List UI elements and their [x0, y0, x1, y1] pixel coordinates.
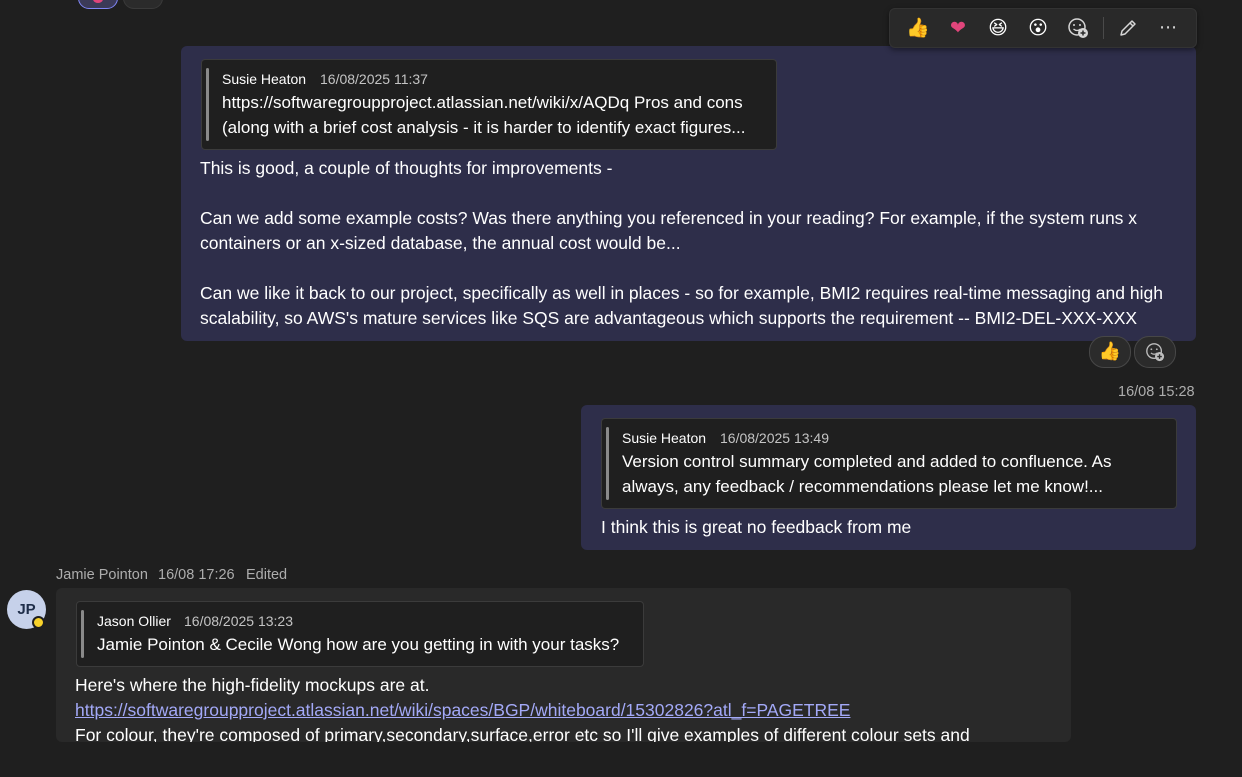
edited-label: Edited	[246, 567, 288, 583]
message-text: scalability, so AWS's mature services li…	[200, 308, 1138, 328]
away-status-icon	[32, 616, 45, 629]
sender-name[interactable]: Jamie Pointon	[56, 567, 148, 583]
quote-timestamp: 16/08/2025 13:23	[184, 613, 293, 629]
quote-timestamp: 16/08/2025 13:49	[720, 430, 829, 446]
heart-reaction-button[interactable]: ❤	[943, 13, 973, 43]
message-bubble-received: Jason Ollier 16/08/2025 13:23 Jamie Poin…	[56, 588, 1071, 742]
prev-reaction-heart[interactable]	[78, 0, 118, 9]
heart-icon	[93, 0, 103, 3]
quoted-message[interactable]: Susie Heaton 16/08/2025 11:37 https://so…	[201, 59, 777, 150]
message-link[interactable]: https://softwaregroupproject.atlassian.n…	[75, 698, 850, 723]
add-reaction-icon[interactable]	[1063, 13, 1093, 43]
message-text: For colour, they're composed of primary,…	[75, 725, 970, 742]
more-options-icon[interactable]: ⋯	[1153, 13, 1183, 43]
quote-author: Jason Ollier	[97, 613, 171, 629]
message-text: containers or an x-sized database, the a…	[200, 233, 681, 253]
quote-timestamp: 16/08/2025 11:37	[320, 71, 428, 87]
message-bubble-sent: Susie Heaton 16/08/2025 13:49 Version co…	[581, 405, 1196, 550]
message-text: Can we like it back to our project, spec…	[200, 283, 1163, 303]
quote-text-line: Version control summary completed and ad…	[622, 452, 1112, 471]
message-timestamp: 16/08 15:28	[1118, 384, 1195, 400]
quote-text-line: https://softwaregroupproject.atlassian.n…	[222, 93, 743, 112]
quoted-message[interactable]: Susie Heaton 16/08/2025 13:49 Version co…	[601, 418, 1177, 509]
message-text: Here's where the high-fidelity mockups a…	[75, 675, 430, 695]
like-icon: 👍	[1098, 341, 1122, 362]
quote-text-line: Jamie Pointon & Cecile Wong how are you …	[97, 635, 620, 654]
quote-text-line: always, any feedback / recommendations p…	[622, 477, 1103, 496]
add-reaction-button[interactable]	[1134, 336, 1176, 368]
pencil-icon[interactable]	[1113, 13, 1143, 43]
prev-reaction-add[interactable]	[123, 0, 163, 9]
reaction-toolbar: 👍 ❤ 😆 😮 ⋯	[889, 8, 1197, 48]
quoted-message[interactable]: Jason Ollier 16/08/2025 13:23 Jamie Poin…	[76, 601, 644, 667]
message-bubble-sent: Susie Heaton 16/08/2025 11:37 https://so…	[181, 46, 1196, 341]
message-timestamp: 16/08 17:26	[158, 567, 235, 583]
message-text: I think this is great no feedback from m…	[601, 517, 912, 537]
quote-text-line: (along with a brief cost analysis - it i…	[222, 118, 746, 137]
surprised-reaction-button[interactable]: 😮	[1023, 13, 1053, 43]
message-text: This is good, a couple of thoughts for i…	[200, 158, 613, 178]
toolbar-divider	[1103, 17, 1104, 39]
quote-author: Susie Heaton	[222, 71, 307, 87]
like-reaction-pill[interactable]: 👍	[1089, 336, 1131, 368]
add-reaction-icon	[1146, 343, 1165, 362]
laugh-reaction-button[interactable]: 😆	[983, 13, 1013, 43]
message-text: Can we add some example costs? Was there…	[200, 208, 1138, 228]
quote-author: Susie Heaton	[622, 430, 707, 446]
like-reaction-button[interactable]: 👍	[903, 13, 933, 43]
